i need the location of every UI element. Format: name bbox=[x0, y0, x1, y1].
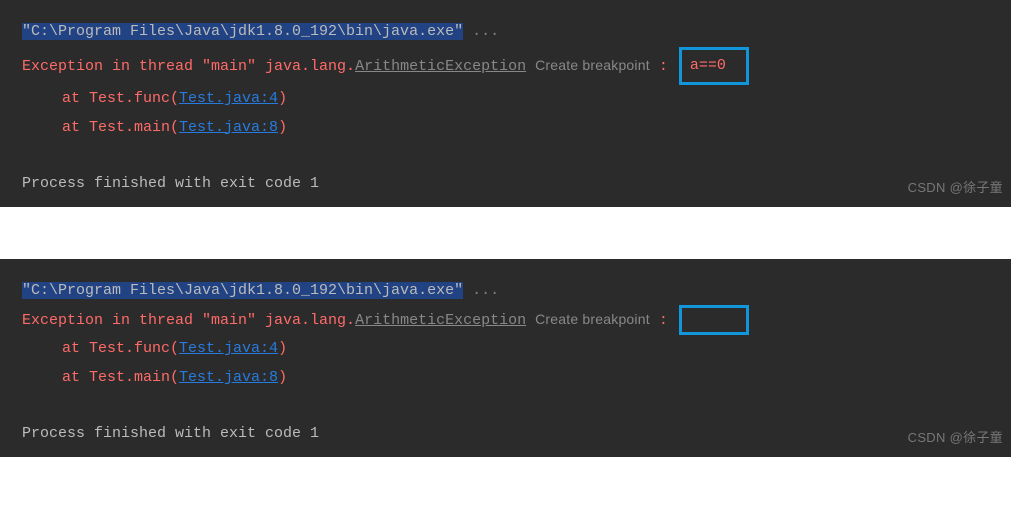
stack-text: at Test.main( bbox=[62, 119, 179, 136]
process-exit-line: Process finished with exit code 1 bbox=[22, 420, 1011, 449]
panel-separator bbox=[0, 207, 1011, 259]
stack-frame: at Test.func(Test.java:4) bbox=[22, 85, 1011, 114]
stack-frame: at Test.func(Test.java:4) bbox=[22, 335, 1011, 364]
stack-suffix: ) bbox=[278, 119, 287, 136]
stack-suffix: ) bbox=[278, 90, 287, 107]
console-panel-1: "C:\Program Files\Java\jdk1.8.0_192\bin\… bbox=[0, 0, 1011, 207]
blank-line bbox=[22, 142, 1011, 170]
stack-frame: at Test.main(Test.java:8) bbox=[22, 114, 1011, 143]
command-ellipsis: ... bbox=[463, 282, 499, 299]
process-exit-line: Process finished with exit code 1 bbox=[22, 170, 1011, 199]
command-line: "C:\Program Files\Java\jdk1.8.0_192\bin\… bbox=[22, 277, 1011, 306]
command-ellipsis: ... bbox=[463, 23, 499, 40]
command-path: "C:\Program Files\Java\jdk1.8.0_192\bin\… bbox=[22, 23, 463, 40]
source-link[interactable]: Test.java:8 bbox=[179, 119, 278, 136]
stack-text: at Test.main( bbox=[62, 369, 179, 386]
source-link[interactable]: Test.java:4 bbox=[179, 90, 278, 107]
exception-class-link[interactable]: ArithmeticException bbox=[355, 58, 526, 75]
stack-text: at Test.func( bbox=[62, 340, 179, 357]
exception-line: Exception in thread "main" java.lang.Ari… bbox=[22, 47, 1011, 86]
blank-line bbox=[22, 392, 1011, 420]
colon-separator: : bbox=[650, 312, 677, 329]
colon-separator: : bbox=[650, 58, 677, 75]
exception-message-highlight: a==0 bbox=[679, 47, 749, 86]
stack-frame: at Test.main(Test.java:8) bbox=[22, 364, 1011, 393]
exception-message-highlight bbox=[679, 305, 749, 335]
source-link[interactable]: Test.java:4 bbox=[179, 340, 278, 357]
exception-prefix: Exception in thread "main" java.lang. bbox=[22, 312, 355, 329]
exception-line: Exception in thread "main" java.lang.Ari… bbox=[22, 305, 1011, 335]
stack-text: at Test.func( bbox=[62, 90, 179, 107]
source-link[interactable]: Test.java:8 bbox=[179, 369, 278, 386]
console-panel-2: "C:\Program Files\Java\jdk1.8.0_192\bin\… bbox=[0, 259, 1011, 457]
stack-suffix: ) bbox=[278, 340, 287, 357]
watermark: CSDN @徐子童 bbox=[908, 426, 1003, 451]
stack-suffix: ) bbox=[278, 369, 287, 386]
exception-prefix: Exception in thread "main" java.lang. bbox=[22, 58, 355, 75]
watermark: CSDN @徐子童 bbox=[908, 176, 1003, 201]
exception-class-link[interactable]: ArithmeticException bbox=[355, 312, 526, 329]
create-breakpoint-link[interactable]: Create breakpoint bbox=[535, 57, 650, 73]
command-path: "C:\Program Files\Java\jdk1.8.0_192\bin\… bbox=[22, 282, 463, 299]
create-breakpoint-link[interactable]: Create breakpoint bbox=[535, 311, 650, 327]
command-line: "C:\Program Files\Java\jdk1.8.0_192\bin\… bbox=[22, 18, 1011, 47]
